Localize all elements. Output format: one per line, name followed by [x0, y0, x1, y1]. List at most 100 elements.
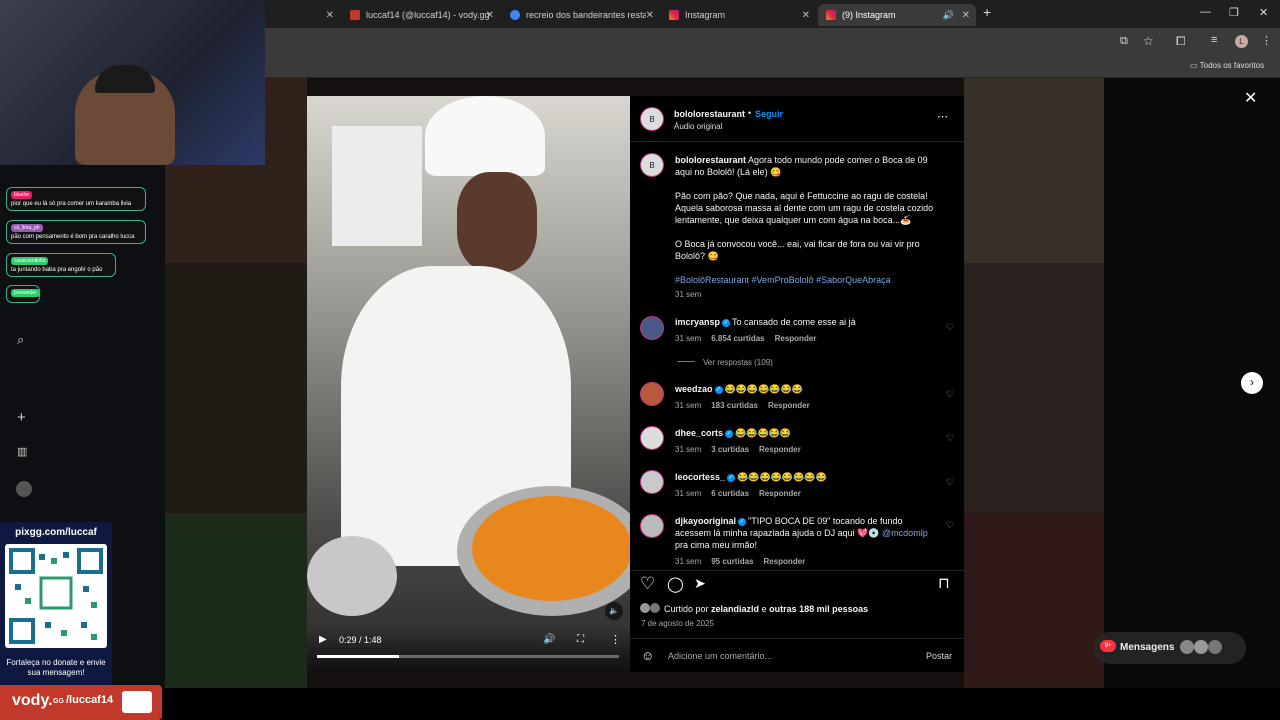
- comment-likes[interactable]: 3 curtidas: [711, 445, 749, 454]
- caption-time: 31 sem: [675, 290, 702, 299]
- avatar[interactable]: [640, 382, 664, 406]
- extensions-icon[interactable]: ⧠: [1176, 34, 1186, 49]
- volume-icon[interactable]: 🔊: [543, 634, 555, 645]
- tab-0[interactable]: ✕: [268, 4, 340, 26]
- comment-author[interactable]: imcryansp: [675, 317, 720, 327]
- emoji-icon[interactable]: ☺: [641, 648, 654, 663]
- stats-icon[interactable]: ▥: [17, 445, 27, 458]
- caption-text-3: O Boca já convocou você... eai, vai fica…: [675, 239, 920, 261]
- close-tab-icon[interactable]: ✕: [486, 10, 494, 21]
- new-tab-button[interactable]: +: [983, 4, 991, 20]
- chat-message: casaruentinho ta juntando baba pra engol…: [6, 253, 116, 277]
- comment-mention[interactable]: @mcdomlp: [882, 528, 928, 538]
- verified-icon: ✓: [727, 474, 736, 482]
- reply-button[interactable]: Responder: [768, 401, 810, 410]
- like-icon[interactable]: ♡: [640, 574, 655, 594]
- brand-logo-icon: [122, 691, 152, 713]
- comment-likes[interactable]: 183 curtidas: [711, 401, 758, 410]
- comment-author[interactable]: weedzao: [675, 384, 713, 394]
- comment-time: 31 sem: [675, 401, 702, 410]
- comment-likes[interactable]: 95 curtidas: [711, 557, 753, 566]
- close-window-icon[interactable]: ✕: [1259, 6, 1268, 19]
- speaker-icon[interactable]: 🔊: [943, 10, 954, 21]
- messages-button[interactable]: 9+ Mensagens: [1094, 632, 1246, 664]
- reply-button[interactable]: Responder: [763, 557, 805, 566]
- avatar[interactable]: [640, 426, 664, 450]
- post-header: B bololorestaurant • Seguir Áudio origin…: [630, 96, 964, 142]
- mute-icon[interactable]: 🔈: [605, 602, 623, 620]
- liked-by-others[interactable]: outras 188 mil pessoas: [769, 604, 868, 614]
- tab-instagram-active[interactable]: (9) Instagram 🔊 ✕: [818, 4, 976, 26]
- comment-author[interactable]: leocortess_: [675, 472, 725, 482]
- close-tab-icon[interactable]: ✕: [326, 10, 334, 21]
- avatar[interactable]: B: [640, 107, 664, 131]
- like-comment-icon[interactable]: ♡: [946, 520, 954, 531]
- google-favicon-icon: [510, 10, 520, 20]
- avatar[interactable]: B: [640, 153, 664, 177]
- minimize-icon[interactable]: —: [1200, 6, 1211, 18]
- fullscreen-icon[interactable]: ⛶: [577, 634, 584, 645]
- reading-list-icon[interactable]: ≡: [1211, 34, 1217, 46]
- reply-button[interactable]: Responder: [759, 489, 801, 498]
- audio-label[interactable]: Áudio original: [674, 122, 722, 131]
- search-icon[interactable]: ⌕: [17, 332, 24, 348]
- account-name[interactable]: bololorestaurant: [674, 109, 745, 119]
- comment-icon[interactable]: ◯: [667, 575, 684, 593]
- progress-track[interactable]: [317, 655, 619, 658]
- caption-author[interactable]: bololorestaurant: [675, 155, 746, 165]
- menu-kebab-icon[interactable]: ⋮: [1261, 34, 1272, 47]
- like-comment-icon[interactable]: ♡: [946, 433, 954, 444]
- avatar[interactable]: [640, 514, 664, 538]
- messages-label: Mensagens: [1120, 642, 1175, 653]
- comment-author[interactable]: djkayooriginal: [675, 516, 736, 526]
- reply-button[interactable]: Responder: [775, 334, 817, 343]
- avatar[interactable]: [16, 481, 32, 497]
- restore-icon[interactable]: ❐: [1229, 6, 1239, 19]
- next-post-button[interactable]: ›: [1241, 372, 1263, 394]
- tab-label: (9) Instagram: [842, 10, 896, 20]
- bookmark-star-icon[interactable]: ☆: [1143, 34, 1154, 48]
- like-comment-icon[interactable]: ♡: [946, 477, 954, 488]
- close-tab-icon[interactable]: ✕: [802, 10, 810, 21]
- save-icon[interactable]: ⊓: [938, 574, 950, 592]
- comment-likes[interactable]: 6 curtidas: [711, 489, 749, 498]
- close-tab-icon[interactable]: ✕: [962, 10, 970, 21]
- brand-name: vody.: [12, 692, 53, 709]
- view-replies-button[interactable]: Ver respostas (109): [677, 358, 773, 367]
- avatar[interactable]: [640, 316, 664, 340]
- cap: [95, 65, 155, 93]
- like-comment-icon[interactable]: ♡: [946, 389, 954, 400]
- bookmarks-folder[interactable]: ▭ Todos os favoritos: [1190, 61, 1264, 70]
- comment-time: 31 sem: [675, 557, 702, 566]
- reel-video[interactable]: 🔈 ▶ 0:29 / 1:48 🔊 ⛶ ⋮: [307, 96, 630, 672]
- follow-button[interactable]: Seguir: [755, 109, 783, 119]
- comment-author[interactable]: dhee_corts: [675, 428, 723, 438]
- more-options-icon[interactable]: ⋮: [610, 633, 621, 646]
- comment-likes[interactable]: 6.854 curtidas: [711, 334, 764, 343]
- plus-icon[interactable]: +: [17, 409, 26, 426]
- profile-avatar[interactable]: L: [1235, 35, 1248, 48]
- brand-suffix: GG: [53, 698, 64, 705]
- messages-badge: 9+: [1100, 640, 1116, 652]
- close-tab-icon[interactable]: ✕: [646, 10, 654, 21]
- liked-by-user[interactable]: zelandiazld: [711, 604, 759, 614]
- cast-icon[interactable]: ⧉: [1120, 35, 1128, 48]
- tab-label: recreio dos bandeirantes restau: [526, 10, 646, 20]
- comment-time: 31 sem: [675, 489, 702, 498]
- tab-vody[interactable]: luccaf14 (@luccaf14) - vody.gg ✕: [342, 4, 500, 26]
- view-replies-label: Ver respostas (109): [703, 358, 773, 367]
- more-options-icon[interactable]: ⋯: [937, 110, 948, 123]
- like-comment-icon[interactable]: ♡: [946, 322, 954, 333]
- post-comment-button[interactable]: Postar: [926, 651, 952, 661]
- post-caption: bololorestaurant Agora todo mundo pode c…: [675, 154, 945, 299]
- avatar: [1180, 640, 1194, 654]
- tab-instagram[interactable]: Instagram ✕: [661, 4, 816, 26]
- tab-google[interactable]: recreio dos bandeirantes restau ✕: [502, 4, 660, 26]
- play-icon[interactable]: ▶: [319, 634, 327, 645]
- avatar[interactable]: [640, 470, 664, 494]
- comment-input[interactable]: Adicione um comentário...: [668, 651, 772, 661]
- hashtags[interactable]: #BololôRestaurant #VemProBololô #SaborQu…: [675, 274, 945, 286]
- close-modal-icon[interactable]: ✕: [1244, 88, 1257, 108]
- share-icon[interactable]: ➤: [694, 575, 706, 592]
- reply-button[interactable]: Responder: [759, 445, 801, 454]
